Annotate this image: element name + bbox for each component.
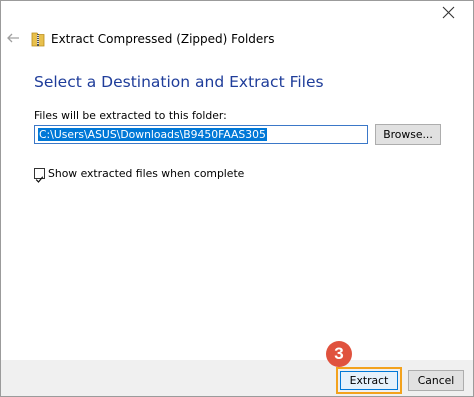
show-files-label[interactable]: Show extracted files when complete — [48, 167, 244, 180]
browse-button[interactable]: Browse... — [375, 124, 441, 145]
title-bar: Extract Compressed (Zipped) Folders — [1, 1, 473, 47]
destination-path-text: C:\Users\ASUS\Downloads\B9450FAAS305 — [38, 128, 267, 141]
window-title: Extract Compressed (Zipped) Folders — [51, 32, 275, 46]
show-files-checkbox[interactable] — [34, 168, 45, 183]
checkmark-icon — [35, 169, 44, 188]
zipped-folder-icon — [31, 31, 45, 47]
destination-path-input[interactable]: C:\Users\ASUS\Downloads\B9450FAAS305 — [34, 125, 368, 144]
dialog-footer — [1, 360, 473, 396]
step-number-badge: 3 — [326, 341, 352, 367]
destination-label: Files will be extracted to this folder: — [34, 109, 227, 122]
extract-dialog: Extract Compressed (Zipped) Folders Sele… — [0, 0, 474, 397]
extract-button[interactable]: Extract — [340, 371, 398, 390]
cancel-button[interactable]: Cancel — [408, 370, 464, 391]
back-arrow-icon[interactable] — [6, 30, 20, 44]
close-button[interactable] — [431, 1, 473, 23]
page-heading: Select a Destination and Extract Files — [34, 73, 324, 91]
close-icon — [442, 4, 455, 23]
